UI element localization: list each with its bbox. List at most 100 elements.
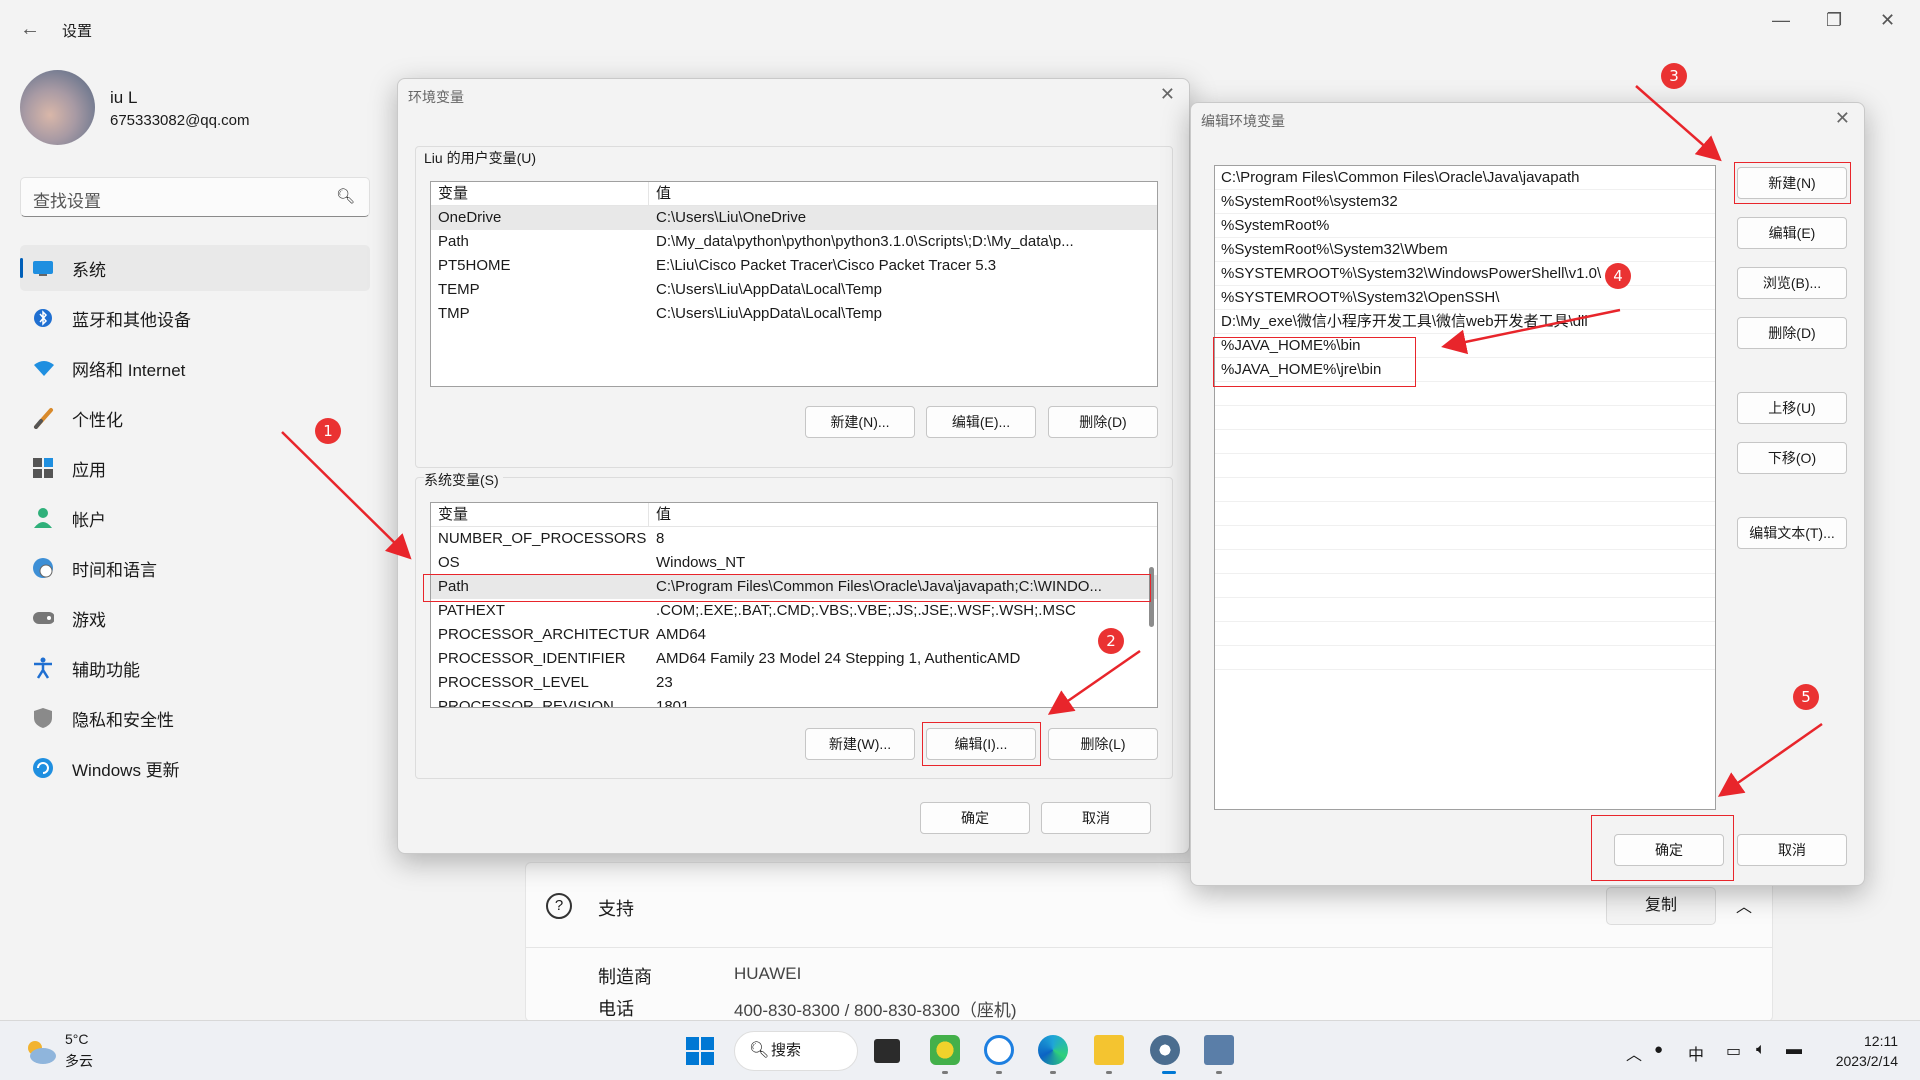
list-item[interactable]: %SYSTEMROOT%\System32\WindowsPowerShell\…: [1215, 262, 1715, 286]
list-item-empty[interactable]: [1215, 478, 1715, 502]
running-indicator: [1106, 1071, 1112, 1074]
list-item-empty[interactable]: [1215, 574, 1715, 598]
list-item[interactable]: %SystemRoot%: [1215, 214, 1715, 238]
nav-item-apps[interactable]: 应用: [20, 445, 370, 491]
weather-temp: 5°C: [65, 1031, 89, 1047]
table-row[interactable]: OneDrive C:\Users\Liu\OneDrive: [431, 206, 1157, 230]
move-up-button[interactable]: 上移(U): [1737, 392, 1847, 424]
table-row[interactable]: OS Windows_NT: [431, 551, 1157, 575]
var-value: C:\Users\Liu\OneDrive: [656, 209, 807, 226]
move-down-button[interactable]: 下移(O): [1737, 442, 1847, 474]
volume-icon[interactable]: 🔈︎: [1756, 1041, 1766, 1059]
sys-new-button[interactable]: 新建(W)...: [805, 728, 915, 760]
list-item-empty[interactable]: [1215, 526, 1715, 550]
list-item[interactable]: %SystemRoot%\System32\Wbem: [1215, 238, 1715, 262]
table-row[interactable]: NUMBER_OF_PROCESSORS 8: [431, 527, 1157, 551]
user-edit-button[interactable]: 编辑(E)...: [926, 406, 1036, 438]
table-row[interactable]: TMP C:\Users\Liu\AppData\Local\Temp: [431, 302, 1157, 326]
user-vars-list[interactable]: 变量 值 OneDrive C:\Users\Liu\OneDrive Path D…: [430, 181, 1158, 387]
weather-desc: 多云: [65, 1053, 93, 1069]
settings-gear-icon[interactable]: [1150, 1035, 1180, 1065]
nav-item-privacy[interactable]: 隐私和安全性: [20, 695, 370, 741]
table-row[interactable]: PROCESSOR_IDENTIFIER AMD64 Family 23 Mode…: [431, 647, 1157, 671]
list-item-empty[interactable]: [1215, 622, 1715, 646]
env-vars-dialog: 环境变量 ✕ Liu 的用户变量(U) 变量 值 OneDrive C:\User…: [397, 78, 1190, 854]
list-item-empty[interactable]: [1215, 430, 1715, 454]
list-item[interactable]: %SYSTEMROOT%\System32\OpenSSH\: [1215, 286, 1715, 310]
browser-icon[interactable]: [984, 1035, 1014, 1065]
app-icon-yellow-green[interactable]: [930, 1035, 960, 1065]
running-indicator: [996, 1071, 1002, 1074]
help-icon: ?: [546, 893, 572, 919]
nav-item-accessibility[interactable]: 辅助功能: [20, 645, 370, 691]
sys-delete-button[interactable]: 删除(L): [1048, 728, 1158, 760]
qq-icon[interactable]: ●: [1654, 1041, 1663, 1058]
user-new-button[interactable]: 新建(N)...: [805, 406, 915, 438]
chevron-up-icon[interactable]: ︿: [1736, 893, 1752, 917]
settings-search-input[interactable]: 查找设置 🔍︎: [20, 177, 370, 217]
path-list[interactable]: C:\Program Files\Common Files\Oracle\Jav…: [1214, 165, 1716, 810]
var-name: PROCESSOR_IDENTIFIER: [438, 650, 626, 667]
list-item-empty[interactable]: [1215, 646, 1715, 670]
var-name: PT5HOME: [438, 257, 511, 274]
start-button-icon[interactable]: [686, 1037, 714, 1069]
cancel-button[interactable]: 取消: [1737, 834, 1847, 866]
network-icon[interactable]: ▭: [1726, 1041, 1741, 1061]
nav-item-gaming[interactable]: 游戏: [20, 595, 370, 641]
user-delete-button[interactable]: 删除(D): [1048, 406, 1158, 438]
nav-item-system[interactable]: 系统: [20, 245, 370, 291]
list-item[interactable]: %SystemRoot%\system32: [1215, 190, 1715, 214]
table-row[interactable]: PATHEXT .COM;.EXE;.BAT;.CMD;.VBS;.VBE;.JS…: [431, 599, 1157, 623]
nav-item-windows-update[interactable]: Windows 更新: [20, 745, 370, 791]
nav-item-time-language[interactable]: 时间和语言: [20, 545, 370, 591]
cancel-button[interactable]: 取消: [1041, 802, 1151, 834]
system-vars-label: 系统变量(S): [424, 470, 503, 490]
system-vars-list[interactable]: 变量 值 NUMBER_OF_PROCESSORS 8 OS Windows_NT …: [430, 502, 1158, 708]
clock[interactable]: 12:11 2023/2/14: [1836, 1031, 1898, 1071]
var-name: PATHEXT: [438, 602, 505, 619]
nav-item-network[interactable]: 网络和 Internet: [20, 345, 370, 391]
close-icon[interactable]: ✕: [1835, 108, 1850, 129]
ok-button[interactable]: 确定: [920, 802, 1030, 834]
table-row[interactable]: Path D:\My_data\python\python\python3.1.0…: [431, 230, 1157, 254]
table-row[interactable]: PT5HOME E:\Liu\Cisco Packet Tracer\Cisco …: [431, 254, 1157, 278]
chevron-up-icon[interactable]: ︿: [1626, 1041, 1642, 1065]
list-item-empty[interactable]: [1215, 502, 1715, 526]
list-item-empty[interactable]: [1215, 550, 1715, 574]
highlight-java-home-rows: [1213, 337, 1416, 387]
restore-icon[interactable]: ❐: [1826, 10, 1842, 31]
table-row[interactable]: PROCESSOR_ARCHITECTURE AMD64: [431, 623, 1157, 647]
minimize-icon[interactable]: —: [1772, 10, 1790, 31]
battery-icon[interactable]: ▬: [1786, 1041, 1802, 1059]
copy-button[interactable]: 复制: [1606, 887, 1716, 925]
browse-button[interactable]: 浏览(B)...: [1737, 267, 1847, 299]
close-window-icon[interactable]: ✕: [1880, 10, 1895, 31]
file-explorer-icon[interactable]: [1094, 1035, 1124, 1065]
list-item[interactable]: D:\My_exe\微信小程序开发工具\微信web开发者工具\dll: [1215, 310, 1715, 334]
taskbar-search-label: 搜索: [771, 1042, 802, 1059]
close-icon[interactable]: ✕: [1160, 84, 1175, 105]
ime-indicator[interactable]: 中: [1688, 1041, 1704, 1065]
dialog-title: 环境变量: [408, 89, 464, 105]
back-arrow-icon[interactable]: ←: [20, 18, 40, 41]
nav-item-bluetooth[interactable]: 蓝牙和其他设备: [20, 295, 370, 341]
avatar[interactable]: [20, 70, 95, 145]
edge-icon[interactable]: [1038, 1035, 1068, 1065]
phone-label: 电话: [598, 999, 634, 1019]
task-view-icon[interactable]: [874, 1039, 900, 1063]
table-row[interactable]: TEMP C:\Users\Liu\AppData\Local\Temp: [431, 278, 1157, 302]
system-properties-icon[interactable]: [1204, 1035, 1234, 1065]
list-item-empty[interactable]: [1215, 406, 1715, 430]
edit-path-button[interactable]: 编辑(E): [1737, 217, 1847, 249]
weather-cloud-icon[interactable]: [22, 1037, 58, 1069]
user-email: 675333082@qq.com: [110, 112, 250, 129]
list-item-empty[interactable]: [1215, 598, 1715, 622]
edit-text-button[interactable]: 编辑文本(T)...: [1737, 517, 1847, 549]
table-row[interactable]: PROCESSOR_LEVEL 23: [431, 671, 1157, 695]
table-row[interactable]: PROCESSOR_REVISION 1801: [431, 695, 1157, 707]
list-item-empty[interactable]: [1215, 454, 1715, 478]
delete-path-button[interactable]: 删除(D): [1737, 317, 1847, 349]
list-item[interactable]: C:\Program Files\Common Files\Oracle\Jav…: [1215, 166, 1715, 190]
taskbar-search[interactable]: 🔍︎ 搜索: [734, 1031, 858, 1071]
nav-item-accounts[interactable]: 帐户: [20, 495, 370, 541]
